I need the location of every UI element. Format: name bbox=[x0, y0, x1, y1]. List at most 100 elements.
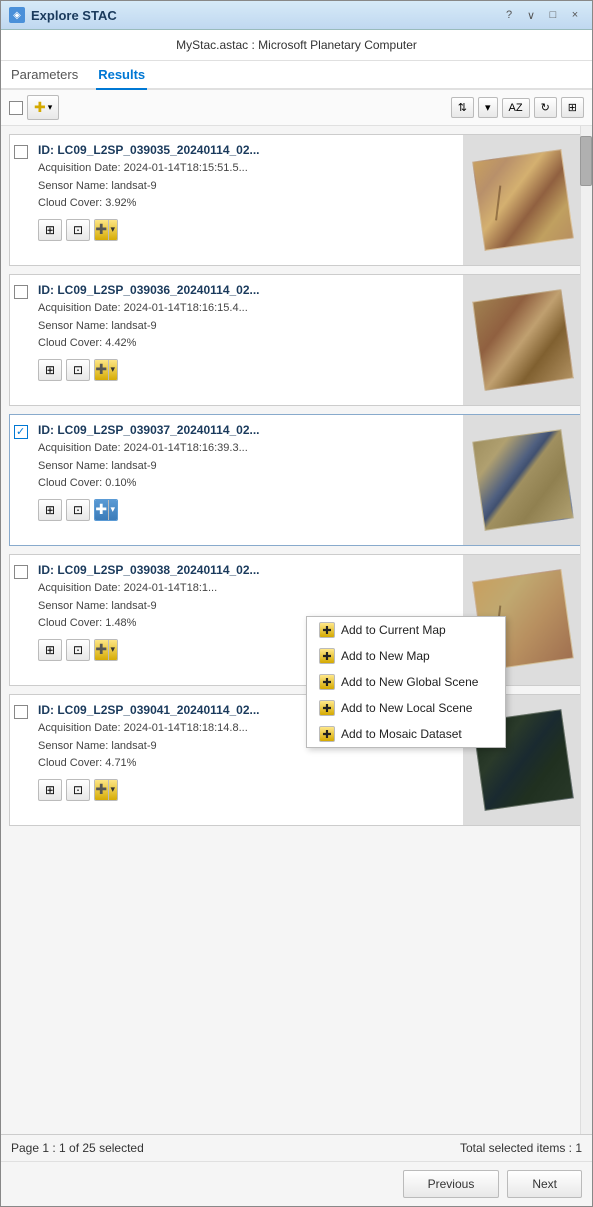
refresh-btn[interactable]: ↻ bbox=[534, 97, 557, 118]
sort-options-btn[interactable]: ▾ bbox=[478, 97, 498, 118]
card-3-details: Acquisition Date: 2024-01-14T18:16:39.3.… bbox=[38, 440, 457, 493]
card-4-add-arrow[interactable]: ▾ bbox=[109, 639, 117, 661]
main-window: ◈ Explore STAC ? ∨ □ × MyStac.astac : Mi… bbox=[0, 0, 593, 1207]
card-5-add-arrow[interactable]: ▾ bbox=[109, 779, 117, 801]
info-icon-3: ⊡ bbox=[73, 503, 83, 517]
results-toolbar: ✚ ▾ ⇅ ▾ AZ ↻ ⊞ bbox=[1, 90, 592, 126]
card-3-left: ✓ bbox=[10, 415, 32, 545]
dropdown-item-local-scene[interactable]: ✚ Add to New Local Scene bbox=[307, 695, 505, 721]
dropdown-item-current-map[interactable]: ✚ Add to Current Map bbox=[307, 617, 505, 643]
card-4-add-split-btn: ✚ ▾ bbox=[94, 639, 118, 661]
card-5-info-btn[interactable]: ⊡ bbox=[66, 779, 90, 801]
card-3-info-btn[interactable]: ⊡ bbox=[66, 499, 90, 521]
card-2-info-btn[interactable]: ⊡ bbox=[66, 359, 90, 381]
card-5-cloud: Cloud Cover: 4.71% bbox=[38, 755, 457, 773]
scrollbar-track[interactable] bbox=[580, 126, 592, 1134]
card-1-zoom-btn[interactable]: ⊞ bbox=[38, 219, 62, 241]
card-2-add-main[interactable]: ✚ bbox=[95, 359, 109, 381]
card-1-info-btn[interactable]: ⊡ bbox=[66, 219, 90, 241]
sort-options-arrow: ▾ bbox=[485, 101, 491, 114]
refresh-icon: ↻ bbox=[541, 101, 550, 114]
card-1-image bbox=[463, 135, 583, 265]
card-4-acquisition: Acquisition Date: 2024-01-14T18:1... bbox=[38, 580, 457, 598]
card-1-id: LC09_L2SP_039035_20240114_02... bbox=[57, 143, 259, 157]
card-1-content: ID: LC09_L2SP_039035_20240114_02... Acqu… bbox=[32, 135, 463, 265]
app-icon: ◈ bbox=[9, 7, 25, 23]
az-sort-btn[interactable]: AZ bbox=[502, 98, 530, 118]
export-btn[interactable]: ⊞ bbox=[561, 97, 584, 118]
card-4-left bbox=[10, 555, 32, 685]
dropdown-icon-new-map: ✚ bbox=[319, 648, 335, 664]
card-2-id: LC09_L2SP_039036_20240114_02... bbox=[57, 283, 259, 297]
card-2-left bbox=[10, 275, 32, 405]
card-2-add-split-btn: ✚ ▾ bbox=[94, 359, 118, 381]
card-2-add-arrow[interactable]: ▾ bbox=[109, 359, 117, 381]
export-icon: ⊞ bbox=[568, 101, 577, 114]
previous-button[interactable]: Previous bbox=[403, 1170, 500, 1198]
card-2-image bbox=[463, 275, 583, 405]
card-2-content: ID: LC09_L2SP_039036_20240114_02... Acqu… bbox=[32, 275, 463, 405]
card-3-add-arrow[interactable]: ▾ bbox=[109, 499, 117, 521]
next-button[interactable]: Next bbox=[507, 1170, 582, 1198]
checkbox-checkmark: ✓ bbox=[16, 425, 25, 438]
card-1-actions: ⊞ ⊡ ✚ ▾ bbox=[38, 219, 457, 241]
card-3-zoom-btn[interactable]: ⊞ bbox=[38, 499, 62, 521]
footer-nav: Previous Next bbox=[1, 1161, 592, 1206]
card-5-id-prefix: ID: bbox=[38, 703, 57, 717]
card-4-id: LC09_L2SP_039038_20240114_02... bbox=[57, 563, 259, 577]
help-button[interactable]: ? bbox=[500, 6, 518, 24]
dropdown-icon-local-scene: ✚ bbox=[319, 700, 335, 716]
card-1-title: ID: LC09_L2SP_039035_20240114_02... bbox=[38, 143, 457, 157]
card-2-title: ID: LC09_L2SP_039036_20240114_02... bbox=[38, 283, 457, 297]
results-area: ID: LC09_L2SP_039035_20240114_02... Acqu… bbox=[1, 126, 592, 1134]
card-3-title: ID: LC09_L2SP_039037_20240114_02... bbox=[38, 423, 457, 437]
zoom-icon: ⊞ bbox=[45, 223, 55, 237]
sort-up-icon: ⇅ bbox=[458, 101, 467, 114]
result-card-3: ✓ ID: LC09_L2SP_039037_20240114_02... Ac… bbox=[9, 414, 584, 546]
card-3-checkbox[interactable]: ✓ bbox=[14, 425, 28, 439]
card-5-add-main[interactable]: ✚ bbox=[95, 779, 109, 801]
add-toolbar-icon: ✚ bbox=[34, 99, 46, 116]
card-4-title: ID: LC09_L2SP_039038_20240114_02... bbox=[38, 563, 457, 577]
info-icon-4: ⊡ bbox=[73, 643, 83, 657]
tab-parameters[interactable]: Parameters bbox=[9, 61, 80, 90]
window-title: Explore STAC bbox=[31, 8, 117, 23]
card-4-checkbox[interactable] bbox=[14, 565, 28, 579]
card-5-zoom-btn[interactable]: ⊞ bbox=[38, 779, 62, 801]
card-2-zoom-btn[interactable]: ⊞ bbox=[38, 359, 62, 381]
dropdown-label-local-scene: Add to New Local Scene bbox=[341, 701, 472, 715]
card-1-add-arrow[interactable]: ▾ bbox=[109, 219, 117, 241]
subtitle: MyStac.astac : Microsoft Planetary Compu… bbox=[1, 30, 592, 61]
card-4-add-main[interactable]: ✚ bbox=[95, 639, 109, 661]
result-card-1: ID: LC09_L2SP_039035_20240114_02... Acqu… bbox=[9, 134, 584, 266]
title-bar: ◈ Explore STAC ? ∨ □ × bbox=[1, 1, 592, 30]
card-2-checkbox[interactable] bbox=[14, 285, 28, 299]
dropdown-item-mosaic[interactable]: ✚ Add to Mosaic Dataset bbox=[307, 721, 505, 747]
card-4-zoom-btn[interactable]: ⊞ bbox=[38, 639, 62, 661]
sort-up-btn[interactable]: ⇅ bbox=[451, 97, 474, 118]
add-toolbar-btn[interactable]: ✚ ▾ bbox=[27, 95, 59, 120]
select-all-checkbox[interactable] bbox=[9, 101, 23, 115]
card-3-actions: ⊞ ⊡ ✚ ▾ bbox=[38, 499, 457, 521]
card-5-actions: ⊞ ⊡ ✚ ▾ bbox=[38, 779, 457, 801]
scrollbar-thumb[interactable] bbox=[580, 136, 592, 186]
card-4-info-btn[interactable]: ⊡ bbox=[66, 639, 90, 661]
card-4-id-prefix: ID: bbox=[38, 563, 57, 577]
total-info: Total selected items : 1 bbox=[460, 1141, 582, 1155]
dropdown-label-global-scene: Add to New Global Scene bbox=[341, 675, 478, 689]
card-5-checkbox[interactable] bbox=[14, 705, 28, 719]
info-icon-2: ⊡ bbox=[73, 363, 83, 377]
card-3-add-main[interactable]: ✚ bbox=[95, 499, 109, 521]
dropdown-item-new-map[interactable]: ✚ Add to New Map bbox=[307, 643, 505, 669]
card-2-actions: ⊞ ⊡ ✚ ▾ bbox=[38, 359, 457, 381]
card-1-checkbox[interactable] bbox=[14, 145, 28, 159]
collapse-button[interactable]: ∨ bbox=[522, 6, 540, 24]
dropdown-label-new-map: Add to New Map bbox=[341, 649, 430, 663]
card-1-add-main[interactable]: ✚ bbox=[95, 219, 109, 241]
restore-button[interactable]: □ bbox=[544, 6, 562, 24]
dropdown-item-global-scene[interactable]: ✚ Add to New Global Scene bbox=[307, 669, 505, 695]
card-3-image bbox=[463, 415, 583, 545]
close-button[interactable]: × bbox=[566, 6, 584, 24]
tab-results[interactable]: Results bbox=[96, 61, 147, 90]
card-2-id-prefix: ID: bbox=[38, 283, 57, 297]
